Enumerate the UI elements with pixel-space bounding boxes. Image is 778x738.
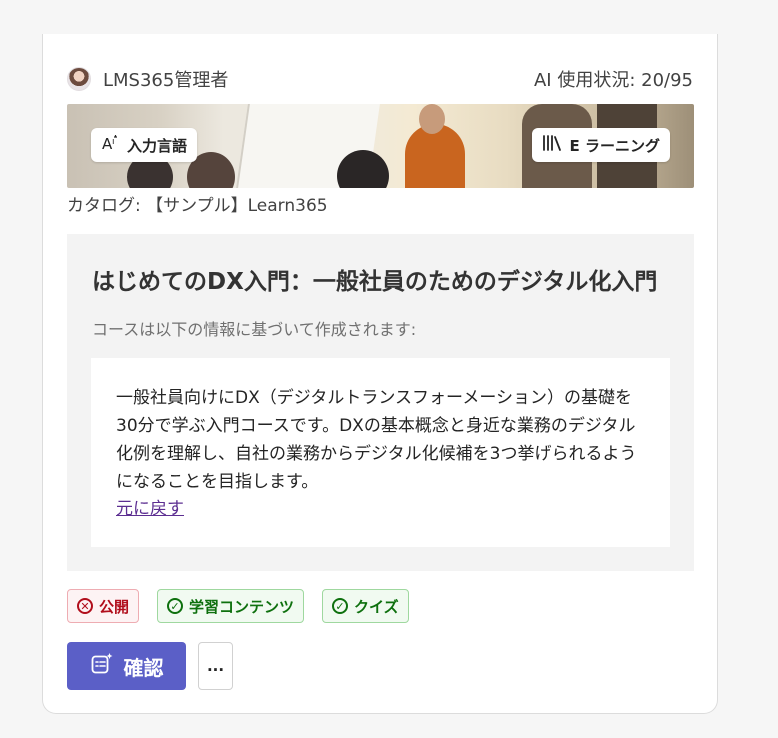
input-language-pill[interactable]: Aı 入力言語 — [91, 128, 198, 162]
card-actions: 確認 ... — [67, 642, 233, 690]
tag-quiz[interactable]: ✓ クイズ — [322, 589, 409, 623]
confirm-button[interactable]: 確認 — [67, 642, 186, 690]
translate-icon: Aı — [101, 133, 121, 158]
description-box: 一般社員向けにDX（デジタルトランスフォーメーション）の基礎を30分で学ぶ入門コ… — [91, 358, 670, 547]
owner: LMS365管理者 — [67, 66, 228, 92]
course-description: 一般社員向けにDX（デジタルトランスフォーメーション）の基礎を30分で学ぶ入門コ… — [116, 388, 637, 492]
content-tags: ✕ 公開 ✓ 学習コンテンツ ✓ クイズ — [67, 589, 409, 623]
course-info-panel: はじめてのDX入門：一般社員のためのデジタル化入門 コースは以下の情報に基づいて… — [67, 234, 694, 571]
tag-label: 学習コンテンツ — [189, 597, 295, 616]
more-options-button[interactable]: ... — [198, 642, 233, 690]
tag-label: クイズ — [354, 597, 399, 616]
check-circle-icon: ✓ — [332, 598, 349, 614]
course-title: はじめてのDX入門：一般社員のためのデジタル化入門 — [92, 269, 658, 295]
avatar — [67, 67, 91, 91]
ai-usage-status: AI 使用状況: 20/95 — [533, 70, 693, 91]
svg-text:ı: ı — [112, 137, 115, 147]
tag-learning-content[interactable]: ✓ 学習コンテンツ — [157, 589, 305, 623]
check-circle-icon: ✓ — [167, 598, 184, 614]
course-banner-image: Aı 入力言語 E ラーニング — [67, 104, 694, 188]
course-type-pill[interactable]: E ラーニング — [531, 128, 670, 162]
tag-public[interactable]: ✕ 公開 — [67, 589, 140, 623]
sparkle-list-icon — [90, 652, 114, 681]
course-type-label: E ラーニング — [569, 136, 660, 155]
owner-name: LMS365管理者 — [103, 70, 229, 91]
input-language-label: 入力言語 — [127, 136, 188, 155]
revert-link[interactable]: 元に戻す — [116, 496, 184, 522]
tag-label: 公開 — [99, 597, 130, 616]
course-card: LMS365管理者 AI 使用状況: 20/95 Aı 入力言語 E ラーニング… — [42, 34, 718, 714]
library-icon — [542, 133, 564, 158]
card-header: LMS365管理者 AI 使用状況: 20/95 — [67, 64, 693, 94]
x-circle-icon: ✕ — [77, 598, 93, 614]
catalog-label: カタログ: 【サンプル】Learn365 — [67, 196, 328, 216]
basis-text: コースは以下の情報に基づいて作成されます: — [92, 320, 417, 339]
confirm-label: 確認 — [123, 655, 164, 680]
